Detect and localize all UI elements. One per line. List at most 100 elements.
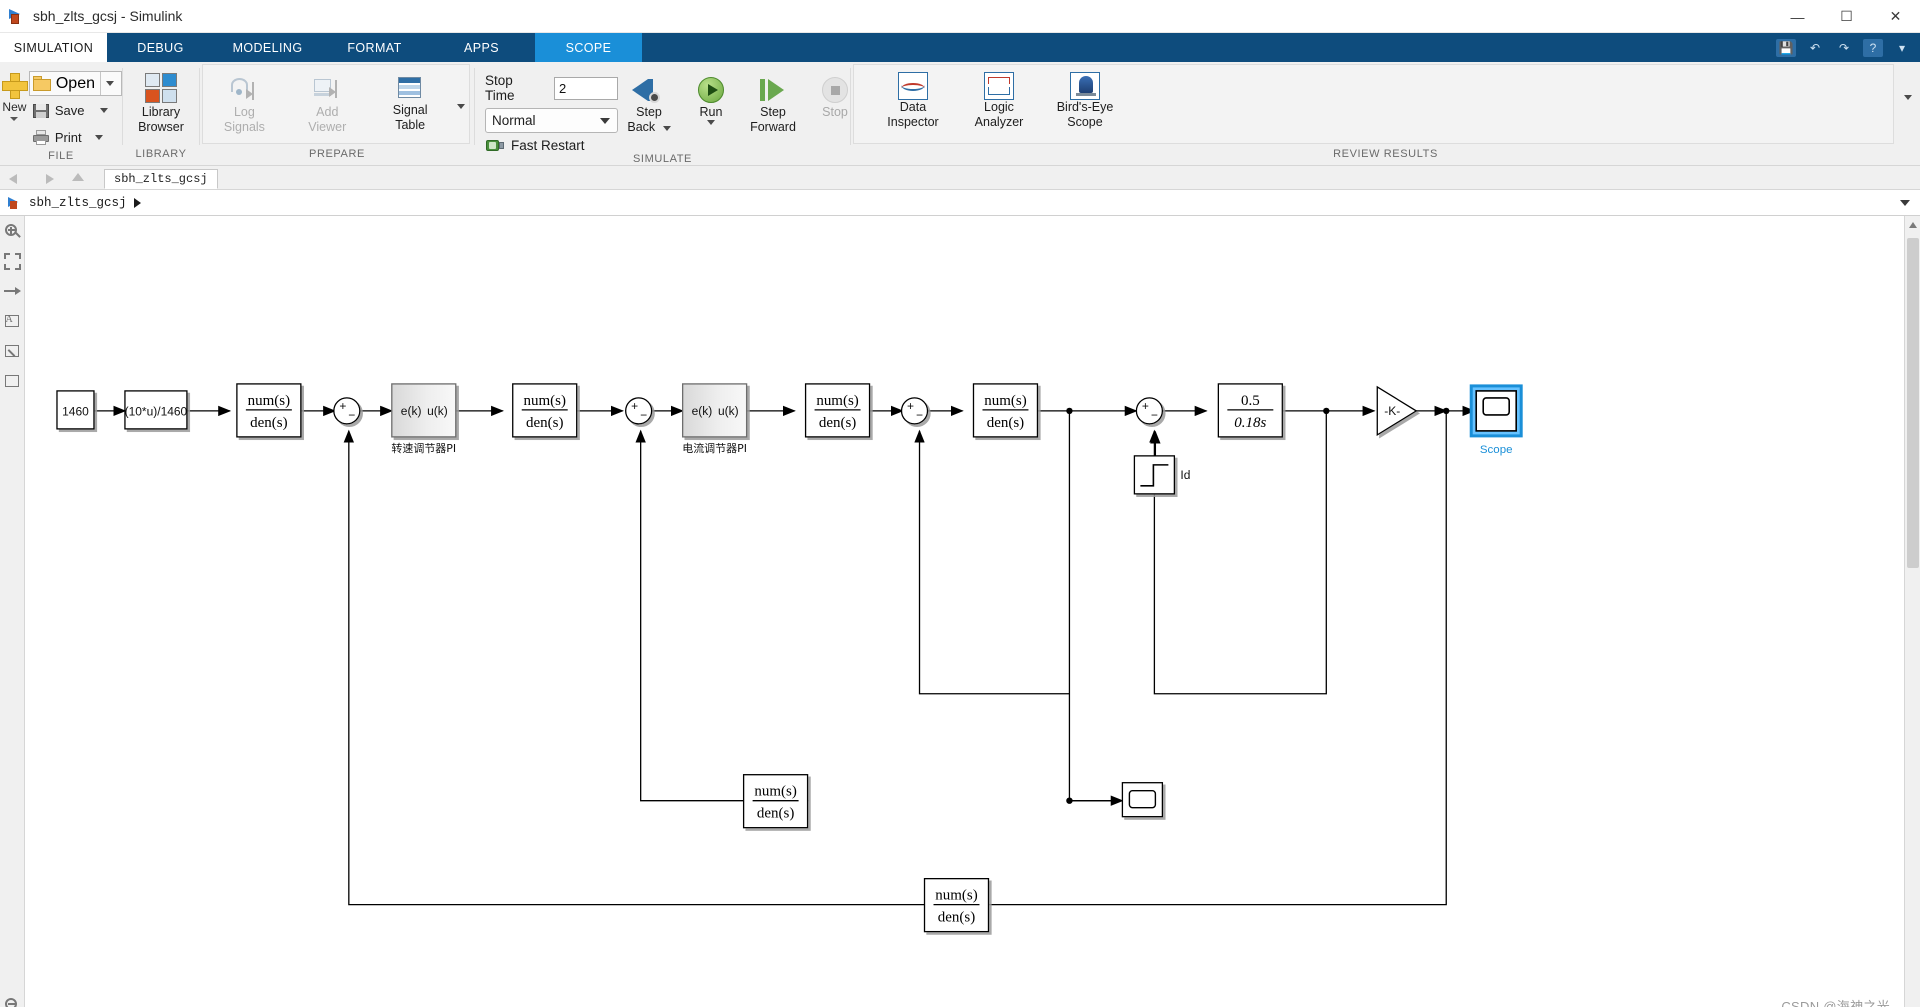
tf1-den: den(s) xyxy=(250,415,287,431)
block-sum-torque[interactable]: + − xyxy=(1135,397,1164,425)
subsystem2-label: 电流调节器PI xyxy=(682,441,747,455)
chevron-down-icon[interactable] xyxy=(99,108,108,113)
more-icon[interactable]: ▾ xyxy=(1892,39,1912,57)
signal-table-line1: Signal xyxy=(392,103,428,117)
fast-restart-button[interactable]: Fast Restart xyxy=(485,138,618,153)
vertical-scrollbar[interactable] xyxy=(1904,216,1920,1007)
prepare-expand-button[interactable] xyxy=(454,96,469,118)
block-transfer-fcn-feedback-current[interactable]: num(s) den(s) xyxy=(742,774,809,829)
birds-eye-scope-icon xyxy=(1070,72,1100,100)
birds-eye-scope-button[interactable]: Bird's-Eye Scope xyxy=(1044,72,1126,130)
tab-modeling[interactable]: MODELING xyxy=(214,33,321,62)
block-step-load-current[interactable]: Id xyxy=(1133,455,1190,495)
maximize-button[interactable]: ☐ xyxy=(1822,0,1871,33)
tab-scope[interactable]: SCOPE xyxy=(535,33,642,62)
redo-icon[interactable]: ↷ xyxy=(1834,39,1854,57)
open-button[interactable]: Open xyxy=(28,71,122,96)
block-gain[interactable]: -K- xyxy=(1376,385,1418,437)
scroll-thumb[interactable] xyxy=(1907,238,1919,568)
step-back-line1: Step xyxy=(636,105,662,119)
library-browser-button[interactable]: Library Browser xyxy=(124,67,198,135)
block-transfer-fcn-1[interactable]: num(s) den(s) xyxy=(236,383,302,438)
stop-time-input[interactable] xyxy=(554,76,618,100)
block-scope-secondary[interactable] xyxy=(1121,782,1164,818)
signal-route-icon[interactable] xyxy=(3,282,22,301)
group-title-library: LIBRARY xyxy=(135,148,187,160)
step-forward-icon xyxy=(756,75,790,105)
window-controls: — ☐ ✕ xyxy=(1773,0,1920,33)
tab-debug[interactable]: DEBUG xyxy=(107,33,214,62)
model-nav-bar: sbh_zlts_gcsj xyxy=(0,166,1920,190)
image-annotation-icon[interactable] xyxy=(3,342,22,361)
area-annotation-icon[interactable] xyxy=(3,372,22,391)
chevron-down-icon xyxy=(600,117,610,124)
model-canvas[interactable]: 1460 (10*u)/1460 num(s) den(s) + − e(k) … xyxy=(25,216,1904,1007)
zoom-in-icon[interactable] xyxy=(3,222,22,241)
title-bar: sbh_zlts_gcsj - Simulink — ☐ ✕ xyxy=(0,0,1920,33)
ribbon-expand-button[interactable] xyxy=(1904,95,1912,118)
signal-junction xyxy=(1323,407,1330,415)
save-button[interactable]: Save xyxy=(29,98,122,123)
stop-time-label: Stop Time xyxy=(485,73,515,103)
group-title-simulate: SIMULATE xyxy=(633,153,692,165)
data-inspector-line2: Inspector xyxy=(887,115,939,129)
tf4-num: num(s) xyxy=(984,393,1026,409)
tab-apps[interactable]: APPS xyxy=(428,33,535,62)
model-settings-icon[interactable] xyxy=(3,996,22,1007)
block-transfer-fcn-3[interactable]: num(s) den(s) xyxy=(804,383,871,438)
new-button[interactable]: New xyxy=(0,67,29,121)
model-tab[interactable]: sbh_zlts_gcsj xyxy=(104,169,218,189)
block-sum-voltage[interactable]: + − xyxy=(900,397,929,425)
chevron-down-icon[interactable] xyxy=(707,120,715,125)
block-subsystem-speed-pi[interactable]: e(k) u(k) 转速调节器PI xyxy=(391,383,457,455)
block-diagram[interactable]: 1460 (10*u)/1460 num(s) den(s) + − e(k) … xyxy=(25,216,1904,1007)
folder-icon xyxy=(32,75,51,92)
forward-icon[interactable] xyxy=(38,170,56,187)
open-dropdown[interactable] xyxy=(100,72,119,95)
ribbon-group-review: Data Inspector Logic Analyzer Bird's-Eye xyxy=(851,62,1920,165)
fit-to-view-icon[interactable] xyxy=(3,252,22,271)
close-button[interactable]: ✕ xyxy=(1871,0,1920,33)
undo-icon[interactable]: ↶ xyxy=(1805,39,1825,57)
block-subsystem-current-pi[interactable]: e(k) u(k) 电流调节器PI xyxy=(681,383,748,455)
fcn-expression: (10*u)/1460 xyxy=(125,404,188,418)
scroll-up-icon[interactable] xyxy=(1909,222,1917,228)
signal-table-button[interactable]: Signal Table xyxy=(369,70,452,133)
back-icon[interactable] xyxy=(8,170,26,187)
block-transfer-fcn-feedback-speed[interactable]: num(s) den(s) xyxy=(923,877,990,933)
up-icon[interactable] xyxy=(68,170,86,187)
block-fcn[interactable]: (10*u)/1460 xyxy=(124,390,188,430)
save-icon[interactable]: 💾 xyxy=(1776,38,1796,57)
data-inspector-button[interactable]: Data Inspector xyxy=(872,72,954,130)
add-viewer-button[interactable]: Add Viewer xyxy=(286,70,369,135)
breadcrumb-expand-icon[interactable] xyxy=(1900,199,1910,206)
chevron-down-icon[interactable] xyxy=(662,126,671,131)
block-sum-speed[interactable]: + − xyxy=(333,397,361,425)
step-forward-button[interactable]: Step Forward xyxy=(742,75,804,135)
tf6-num: num(s) xyxy=(935,888,977,904)
log-signals-button[interactable]: Log Signals xyxy=(203,70,286,135)
tab-simulation[interactable]: SIMULATION xyxy=(0,33,107,62)
print-button[interactable]: Print xyxy=(29,125,122,150)
chevron-down-icon[interactable] xyxy=(10,117,19,121)
run-button[interactable]: Run xyxy=(680,75,742,125)
breadcrumb-model-name[interactable]: sbh_zlts_gcsj xyxy=(29,196,127,210)
step-back-button[interactable]: Step Back xyxy=(618,75,680,135)
minimize-button[interactable]: — xyxy=(1773,0,1822,33)
log-signals-line2: Signals xyxy=(223,120,265,134)
tab-format[interactable]: FORMAT xyxy=(321,33,428,62)
simulation-mode-select[interactable]: Normal xyxy=(485,108,618,133)
block-plant-transfer-fcn[interactable]: 0.5 0.18s xyxy=(1217,383,1283,438)
annotation-text-icon[interactable]: A xyxy=(3,312,22,331)
block-transfer-fcn-2[interactable]: num(s) den(s) xyxy=(512,383,578,438)
block-constant[interactable]: 1460 xyxy=(56,390,95,430)
logic-analyzer-button[interactable]: Logic Analyzer xyxy=(958,72,1040,130)
signal-junction xyxy=(1066,797,1073,804)
help-icon[interactable]: ? xyxy=(1863,38,1883,57)
group-title-file: FILE xyxy=(48,150,74,162)
block-scope[interactable]: Scope xyxy=(1469,384,1523,456)
chevron-down-icon[interactable] xyxy=(94,135,103,140)
block-transfer-fcn-4[interactable]: num(s) den(s) xyxy=(972,383,1039,438)
block-sum-current[interactable]: + − xyxy=(625,397,653,425)
breadcrumb: sbh_zlts_gcsj xyxy=(0,190,1920,216)
